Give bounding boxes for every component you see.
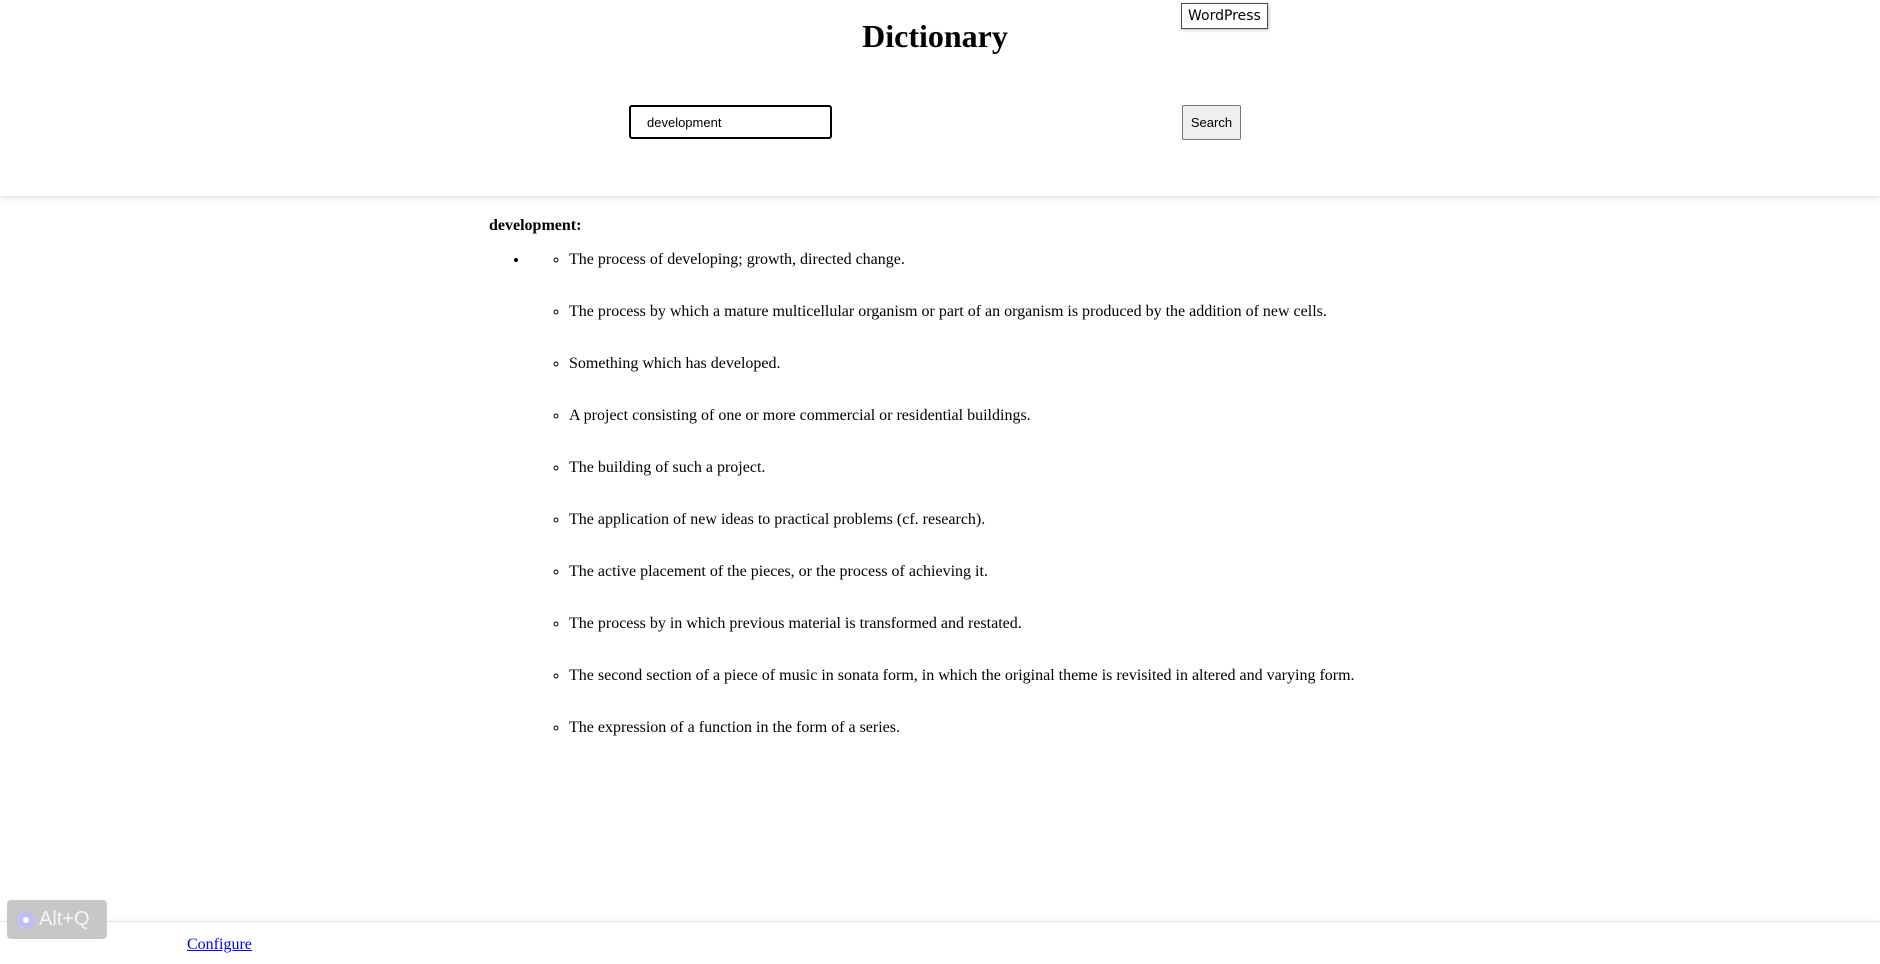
definition-item: The process by which a mature multicellu… (569, 300, 1689, 324)
definition-item: The active placement of the pieces, or t… (569, 560, 1689, 584)
configure-link[interactable]: Configure (187, 936, 252, 954)
definition-item: The building of such a project. (569, 456, 1689, 480)
definition-item: The expression of a function in the form… (569, 716, 1689, 740)
definition-group-item: The process of developing; growth, direc… (529, 248, 1689, 740)
shortcut-label: Alt+Q (39, 908, 90, 930)
definition-item: The process of developing; growth, direc… (569, 248, 1689, 272)
page-title: Dictionary (862, 18, 1008, 54)
definition-item: The application of new ideas to practica… (569, 508, 1689, 532)
word-heading: development: (489, 217, 582, 234)
assistant-icon (17, 910, 35, 929)
definition-group: The process of developing; growth, direc… (489, 248, 1689, 740)
wordpress-tooltip: WordPress (1181, 3, 1268, 29)
search-input[interactable] (629, 105, 832, 139)
definition-list: The process of developing; growth, direc… (529, 248, 1689, 740)
footer: Configure (0, 921, 1880, 964)
definition-item: The process by in which previous materia… (569, 612, 1689, 636)
definition-item: A project consisting of one or more comm… (569, 404, 1689, 428)
search-header: Dictionary WordPress Search (0, 0, 1880, 196)
search-button[interactable]: Search (1182, 105, 1241, 140)
alt-q-shortcut-button[interactable]: Alt+Q (7, 900, 107, 939)
definition-results: development: The process of developing; … (489, 214, 1689, 768)
definition-item: The second section of a piece of music i… (569, 664, 1689, 688)
definition-item: Something which has developed. (569, 352, 1689, 376)
